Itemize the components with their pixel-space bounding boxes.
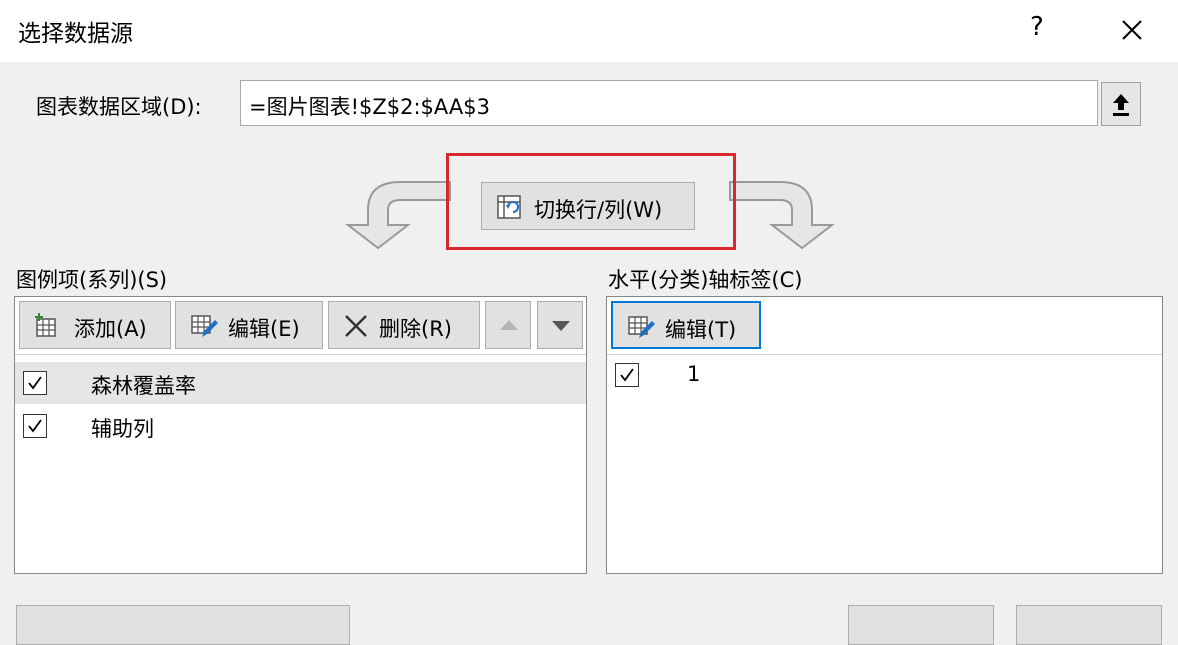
add-table-icon [35, 313, 56, 337]
axis-label-value: 1 [687, 362, 701, 386]
axis-labels-label: 水平(分类)轴标签(C) [608, 268, 803, 292]
highlight-box [446, 153, 736, 250]
add-series-label: 添加(A) [74, 317, 147, 341]
cancel-button[interactable] [1016, 605, 1162, 645]
close-button[interactable] [1112, 10, 1152, 50]
title-bar [0, 0, 1178, 62]
axis-labels-panel: 编辑(T) 1 [606, 296, 1163, 574]
checkmark-icon [620, 368, 634, 382]
ok-button[interactable] [848, 605, 994, 645]
edit-axis-labels-button[interactable]: 编辑(T) [611, 301, 761, 349]
checkmark-icon [28, 376, 42, 390]
help-button[interactable]: ? [1030, 12, 1044, 42]
data-range-label: 图表数据区域(D): [36, 95, 202, 119]
triangle-up-icon [500, 320, 518, 330]
toolbar-divider [15, 354, 586, 355]
legend-item-label: 森林覆盖率 [91, 374, 196, 398]
edit-series-label: 编辑(E) [228, 317, 300, 341]
legend-item-label: 辅助列 [91, 417, 154, 441]
edit-series-button[interactable]: 编辑(E) [175, 301, 323, 349]
axis-label-checkbox[interactable] [615, 363, 639, 387]
upload-arrow-icon [1113, 94, 1129, 116]
legend-item[interactable]: 辅助列 [15, 405, 586, 447]
hidden-empty-cells-button[interactable] [16, 605, 350, 645]
legend-entries-label: 图例项(系列)(S) [16, 268, 168, 292]
data-range-input[interactable]: =图片图表!$Z$2:$AA$3 [240, 80, 1098, 126]
close-icon [1122, 20, 1142, 40]
collapse-dialog-button[interactable] [1101, 82, 1141, 126]
legend-item[interactable]: 森林覆盖率 [15, 362, 586, 404]
axis-label-item[interactable]: 1 [607, 354, 1162, 396]
triangle-down-icon [552, 321, 570, 331]
checkmark-icon [28, 419, 42, 433]
legend-entries-panel: 添加(A) 编辑(E) 删除(R) 森林覆盖率 辅助列 [14, 296, 587, 574]
delete-series-button[interactable]: 删除(R) [328, 301, 480, 349]
dialog-title: 选择数据源 [18, 21, 133, 47]
edit-table-icon [191, 315, 218, 337]
delete-series-label: 删除(R) [379, 317, 452, 341]
legend-item-checkbox[interactable] [23, 371, 47, 395]
legend-item-checkbox[interactable] [23, 414, 47, 438]
move-up-button[interactable] [485, 301, 531, 349]
edit-axis-labels-label: 编辑(T) [665, 318, 737, 342]
edit-table-icon [628, 316, 655, 338]
add-series-button[interactable]: 添加(A) [19, 301, 171, 349]
delete-x-icon [345, 315, 367, 337]
move-down-button[interactable] [537, 301, 583, 349]
